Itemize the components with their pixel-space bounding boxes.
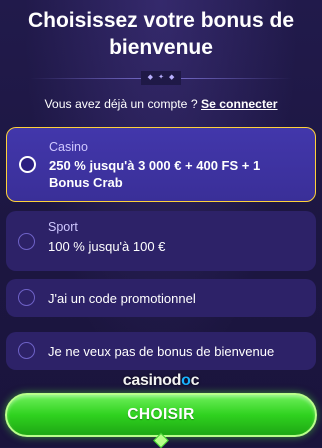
decorative-divider: ◆ ✦ ◆ bbox=[0, 71, 322, 85]
sparkle-icon: ◆ ✦ ◆ bbox=[141, 71, 181, 85]
option-category-sport: Sport bbox=[48, 220, 78, 234]
bonus-option-promo-code[interactable]: J'ai un code promotionnel bbox=[6, 279, 316, 317]
option-label-casino: 250 % jusqu'à 3 000 € + 400 FS + 1 Bonus… bbox=[49, 158, 261, 190]
login-prompt-text: Vous avez déjà un compte ? bbox=[44, 97, 198, 111]
login-prompt: Vous avez déjà un compte ? Se connecter bbox=[0, 96, 322, 112]
bonus-option-no-bonus[interactable]: Je ne veux pas de bonus de bienvenue bbox=[6, 332, 316, 370]
choose-button-label: CHOISIR bbox=[127, 406, 195, 423]
option-label-no-bonus: Je ne veux pas de bonus de bienvenue bbox=[48, 344, 275, 359]
option-label-promo-code: J'ai un code promotionnel bbox=[48, 291, 196, 306]
watermark-text-suffix: c bbox=[190, 372, 200, 389]
watermark-logo: casinodoc bbox=[0, 372, 322, 390]
option-category-casino: Casino bbox=[49, 140, 88, 154]
radio-button[interactable] bbox=[18, 233, 35, 250]
page-title: Choisissez votre bonus de bienvenue bbox=[27, 9, 295, 59]
choose-button[interactable]: CHOISIR bbox=[5, 393, 317, 437]
option-label-sport: 100 % jusqu'à 100 € bbox=[48, 239, 166, 254]
radio-button[interactable] bbox=[18, 342, 35, 359]
watermark-text-prefix: casinod bbox=[122, 372, 182, 389]
radio-button[interactable] bbox=[18, 289, 35, 306]
bonus-option-sport[interactable]: Sport 100 % jusqu'à 100 € bbox=[6, 211, 316, 271]
bonus-selection-page: Choisissez votre bonus de bienvenue ◆ ✦ ◆ … bbox=[0, 0, 322, 112]
radio-button-selected[interactable] bbox=[19, 156, 36, 173]
login-link[interactable]: Se connecter bbox=[201, 97, 278, 111]
bonus-option-casino[interactable]: Casino 250 % jusqu'à 3 000 € + 400 FS + … bbox=[6, 127, 316, 202]
watermark-dot: o bbox=[181, 372, 191, 389]
